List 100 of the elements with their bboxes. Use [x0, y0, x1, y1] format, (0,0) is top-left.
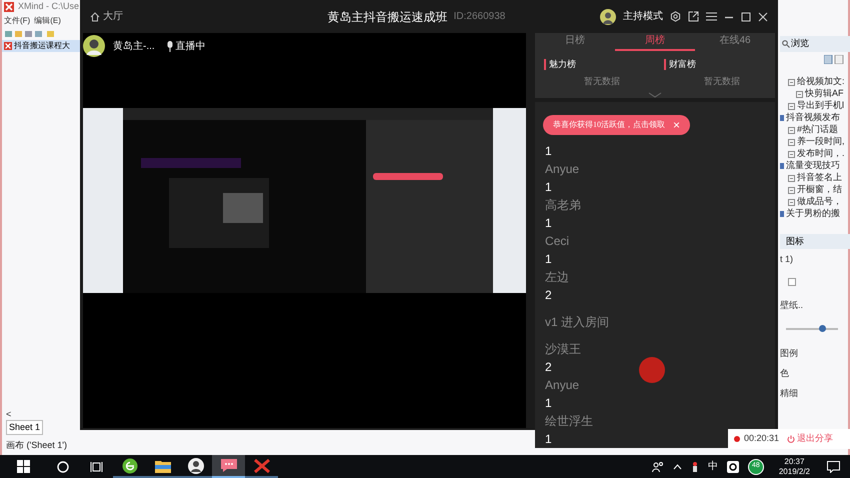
app-logo-icon — [4, 42, 12, 50]
board-title: 魅力榜 — [544, 59, 576, 70]
branch-marker-icon — [780, 115, 784, 121]
topic-icon — [788, 150, 795, 158]
branch-marker-icon — [780, 163, 784, 169]
menu-item[interactable]: 编辑(E) — [34, 15, 61, 27]
clock-date[interactable]: 2019/2/2 — [778, 466, 810, 476]
task-view-icon[interactable] — [90, 460, 102, 472]
avatar — [600, 8, 616, 24]
ranking-tab[interactable]: 周榜 — [615, 33, 696, 51]
topic-icon — [788, 126, 795, 134]
host-name: 黄岛主-... — [113, 40, 155, 54]
search-icon — [782, 40, 790, 48]
outline-item[interactable]: 导出到手机l — [780, 100, 850, 112]
board-title: 财富榜 — [664, 59, 696, 70]
close-icon[interactable] — [758, 12, 768, 22]
topic-icon — [788, 198, 795, 206]
power-icon — [787, 435, 796, 443]
view-icons[interactable] — [824, 54, 844, 64]
app-logo-icon[interactable] — [254, 458, 270, 472]
panel-label: 图例 — [780, 347, 799, 360]
outline-item[interactable]: 抖音签名上 — [780, 172, 850, 184]
outline-item[interactable]: #热门话题 — [780, 124, 850, 136]
exit-share-button[interactable]: 退出分享 — [787, 432, 834, 446]
outline-item[interactable]: 做成品号， — [780, 196, 850, 208]
chat-message: 2 — [545, 358, 552, 376]
system-message: v1 进入房间 — [545, 314, 610, 330]
topic-icon — [796, 90, 803, 98]
chat-username: 沙漠王 — [545, 340, 582, 358]
chat-message: 2 — [545, 286, 552, 304]
panel-label: t 1) — [780, 253, 794, 266]
outline-item[interactable]: 开橱窗，结 — [780, 184, 850, 196]
outline-item[interactable]: 快剪辑AF — [780, 88, 850, 100]
lobby-button[interactable]: 大厅 — [90, 9, 123, 24]
scroll-arrow[interactable]: < — [6, 408, 76, 420]
empty-message: 暂无数据 — [704, 75, 742, 88]
search-icon[interactable] — [57, 460, 69, 472]
start-icon[interactable] — [17, 460, 30, 473]
chat-username: 高老弟 — [545, 196, 582, 214]
chat-message: 1 — [545, 142, 552, 160]
browser-icon[interactable] — [122, 458, 138, 474]
topic-icon — [788, 78, 795, 86]
live-status: 直播中 — [166, 38, 206, 54]
window-title: 黄岛主抖音搬运速成班 — [328, 8, 448, 26]
outline-item[interactable]: 给视频加文: — [780, 76, 850, 88]
topic-icon — [788, 186, 795, 194]
click-indicator — [639, 356, 666, 382]
panel-label: 色 — [780, 367, 790, 380]
outline-item[interactable]: 抖音视频发布 — [780, 112, 850, 124]
maximize-icon[interactable] — [741, 12, 751, 22]
panel-label: 壁纸.. — [780, 299, 804, 312]
chat-message: 1 — [545, 394, 552, 412]
ranking-tab[interactable]: 日榜 — [535, 33, 616, 51]
room-id: ID:2660938 — [454, 10, 506, 24]
checkbox[interactable] — [788, 278, 796, 286]
user-app-icon[interactable] — [188, 458, 204, 474]
home-icon — [90, 12, 100, 22]
tray-app-icon[interactable] — [690, 460, 699, 472]
elapsed-time: 00:20:31 — [744, 432, 780, 446]
outline-item[interactable]: 流量变现技巧 — [780, 160, 850, 172]
ranking-tab[interactable]: 在线46 — [695, 33, 775, 51]
topic-icon — [788, 174, 795, 182]
settings-icon[interactable] — [670, 11, 681, 22]
people-icon[interactable] — [652, 460, 664, 472]
notifications-icon[interactable] — [827, 460, 840, 472]
menu-item[interactable]: 文件(F) — [4, 15, 30, 27]
mode-label: 主持模式 — [623, 10, 663, 24]
chevron-up-icon[interactable] — [672, 464, 682, 470]
panel-label: 精细 — [780, 387, 799, 400]
chat-username: 左边 — [545, 268, 570, 286]
status-text: 画布 ('Sheet 1') — [6, 439, 68, 452]
chat-message: 1 — [545, 214, 552, 232]
input-language[interactable]: 中 — [708, 459, 718, 474]
chat-username: 绘世浮生 — [545, 412, 594, 430]
tray-app-icon[interactable] — [726, 460, 739, 472]
topic-icon — [788, 102, 795, 110]
empty-message: 暂无数据 — [584, 75, 622, 88]
topic-icon — [788, 138, 795, 146]
chevron-down-icon[interactable] — [648, 92, 662, 98]
microphone-icon — [166, 40, 173, 52]
outline-item[interactable]: 养一段时间, — [780, 136, 850, 148]
chat-username: Anyue — [545, 160, 580, 178]
slider-thumb[interactable] — [819, 325, 826, 332]
folder-icon[interactable] — [154, 458, 170, 472]
document-tab[interactable]: 抖音搬运课程大 — [2, 40, 82, 52]
window-title: XMind - C:\Use — [18, 0, 80, 14]
chat-bubble-icon[interactable] — [220, 458, 238, 473]
outline-item[interactable]: 发布时间，. — [780, 148, 850, 160]
chat-username: Ceci — [545, 232, 570, 250]
menu-icon[interactable] — [706, 12, 717, 21]
chat-username: Anyue — [545, 376, 580, 394]
clock-time[interactable]: 20:37 — [784, 456, 804, 466]
chat-message: 1 — [545, 250, 552, 268]
outline-item[interactable]: 关于男粉的搬 — [780, 208, 850, 220]
share-icon[interactable] — [688, 11, 699, 22]
chat-message: 1 — [545, 430, 552, 448]
branch-marker-icon — [780, 211, 784, 217]
host-avatar — [83, 35, 105, 57]
chat-message: 1 — [545, 178, 552, 196]
sheet-tab[interactable]: Sheet 1 — [6, 420, 44, 435]
